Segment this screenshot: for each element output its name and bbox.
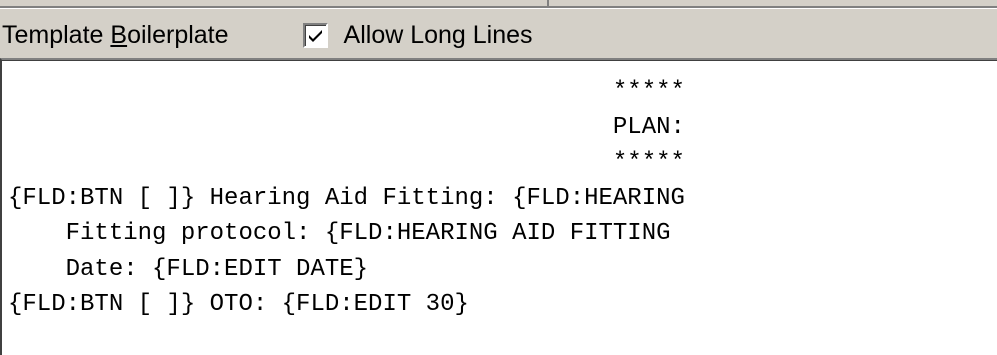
template-boilerplate-accelerator: B bbox=[110, 20, 128, 49]
editor-line: ***** bbox=[8, 149, 685, 176]
editor-line: Date: {FLD:EDIT DATE} bbox=[8, 255, 369, 283]
checkmark-icon bbox=[308, 29, 322, 42]
template-boilerplate-label: Template Boilerplate bbox=[2, 21, 229, 50]
editor-line: {FLD:BTN [ ]} OTO: {FLD:EDIT 30} bbox=[8, 291, 469, 318]
allow-long-lines-label: Allow Long Lines bbox=[343, 20, 533, 49]
template-boilerplate-label-post: oilerplate bbox=[127, 20, 229, 49]
allow-long-lines-checkbox[interactable]: Allow Long Lines bbox=[302, 20, 533, 50]
editor-inner-shadow bbox=[2, 60, 997, 61]
boilerplate-editor[interactable]: ***** PLAN: ***** {FLD:BTN [ ]} Hearing A… bbox=[0, 58, 997, 355]
checkbox-box[interactable] bbox=[302, 22, 328, 48]
top-divider-highlight bbox=[0, 8, 997, 9]
splitter-handle[interactable] bbox=[547, 0, 549, 6]
template-boilerplate-label-pre: Template bbox=[2, 20, 111, 49]
boilerplate-text[interactable]: ***** PLAN: ***** {FLD:BTN [ ]} Hearing A… bbox=[8, 74, 685, 323]
editor-line: Fitting protocol: {FLD:HEARING AID FITTI… bbox=[8, 220, 671, 247]
editor-line: PLAN: bbox=[8, 113, 685, 141]
boilerplate-toolbar: Template Boilerplate Allow Long Lines bbox=[0, 12, 997, 58]
editor-line: {FLD:BTN [ ]} Hearing Aid Fitting: {FLD:… bbox=[8, 184, 685, 212]
editor-line: ***** bbox=[8, 78, 685, 105]
